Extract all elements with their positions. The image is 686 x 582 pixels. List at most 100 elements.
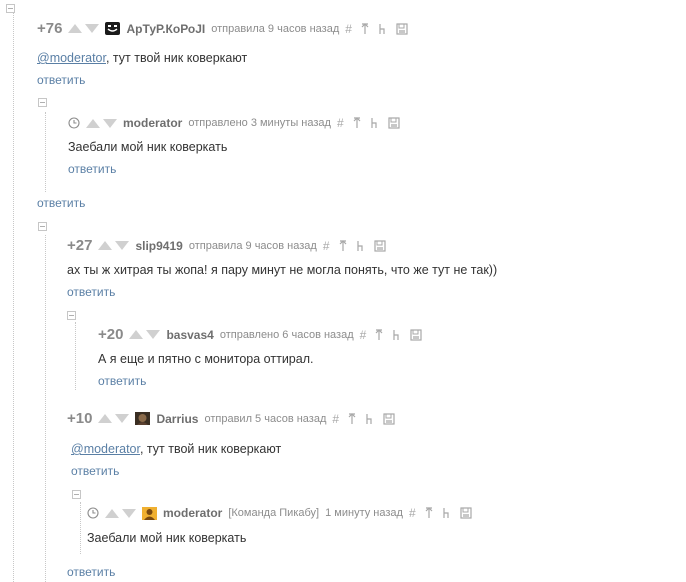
collapse-icon[interactable] <box>38 98 47 107</box>
thread-line <box>80 502 81 554</box>
comment-tools: # <box>360 328 423 342</box>
collapse-icon[interactable] <box>67 311 76 320</box>
save-icon[interactable] <box>383 412 395 425</box>
comment-header: +20 basvas4 отправлено 6 часов назад # <box>98 326 422 343</box>
up-arrow-icon[interactable] <box>361 22 369 35</box>
branch-icon[interactable] <box>392 329 401 341</box>
comment-rating: +27 <box>67 237 93 254</box>
clock-icon <box>68 117 80 129</box>
comment-body: , тут твой ник коверкают <box>139 442 282 456</box>
downvote-icon[interactable] <box>122 508 136 518</box>
up-arrow-icon[interactable] <box>348 412 356 425</box>
hash-icon[interactable]: # <box>337 116 344 130</box>
reply-link[interactable]: ответить <box>37 196 85 210</box>
save-icon[interactable] <box>388 117 400 129</box>
comment-author[interactable]: moderator <box>163 506 222 520</box>
hash-icon[interactable]: # <box>332 412 339 426</box>
mention-link[interactable]: @moderator <box>71 442 140 456</box>
vote-controls <box>98 414 130 423</box>
save-icon[interactable] <box>396 22 408 35</box>
comment-meta: отправлено 6 часов назад <box>219 328 354 341</box>
comment-header: +27 slip9419 отправила 9 часов назад # <box>67 237 386 254</box>
comment-rating: +10 <box>67 410 93 427</box>
comment-header: moderator отправлено 3 минуты назад # <box>68 116 400 130</box>
save-icon[interactable] <box>460 507 472 519</box>
branch-icon[interactable] <box>365 413 374 425</box>
vote-controls <box>98 241 130 250</box>
up-arrow-icon[interactable] <box>339 239 347 252</box>
comment-meta: отправила 9 часов назад <box>211 22 340 35</box>
hash-icon[interactable]: # <box>323 239 330 253</box>
hash-icon[interactable]: # <box>409 506 416 520</box>
vote-controls <box>86 118 117 128</box>
save-icon[interactable] <box>373 239 386 252</box>
clock-icon <box>87 507 99 519</box>
comment-rating: +20 <box>98 326 124 343</box>
downvote-icon[interactable] <box>115 414 130 423</box>
comment-header: moderator [Команда Пикабу] 1 минуту наза… <box>87 506 472 520</box>
hash-icon[interactable]: # <box>345 22 352 36</box>
avatar[interactable] <box>142 506 157 520</box>
comment-tools: # <box>337 116 400 130</box>
reply-link[interactable]: ответить <box>71 464 119 478</box>
comment-text: А я еще и пятно с монитора оттирал. <box>98 352 314 366</box>
branch-icon[interactable] <box>378 23 387 35</box>
thread-line <box>45 112 46 192</box>
upvote-icon[interactable] <box>98 241 113 250</box>
comment-tools: # <box>323 239 386 253</box>
up-arrow-icon[interactable] <box>425 507 433 519</box>
comment-body: , тут твой ник коверкают <box>105 51 248 65</box>
reply-link[interactable]: ответить <box>67 565 115 579</box>
comment-text: @moderator, тут твой ник коверкают <box>37 51 247 65</box>
upvote-icon[interactable] <box>105 508 119 518</box>
comment-author[interactable]: basvas4 <box>166 328 213 342</box>
save-icon[interactable] <box>410 328 422 341</box>
comment-author[interactable]: АрТуР.КоРоЈI <box>126 22 205 36</box>
comment-header: +76 АрТуР.КоРоЈI отправила 9 часов назад… <box>37 20 408 37</box>
collapse-icon[interactable] <box>38 222 47 231</box>
comment-author[interactable]: slip9419 <box>135 239 182 253</box>
upvote-icon[interactable] <box>129 330 144 339</box>
vote-controls <box>68 24 100 33</box>
mention-link[interactable]: @moderator <box>37 51 106 65</box>
avatar[interactable] <box>105 22 121 35</box>
upvote-icon[interactable] <box>98 414 113 423</box>
collapse-icon[interactable] <box>6 4 15 13</box>
upvote-icon[interactable] <box>68 24 83 33</box>
branch-icon[interactable] <box>356 240 365 252</box>
reply-link[interactable]: ответить <box>67 285 115 299</box>
upvote-icon[interactable] <box>86 118 100 128</box>
thread-line <box>13 12 14 582</box>
downvote-icon[interactable] <box>103 118 117 128</box>
vote-controls <box>105 508 136 518</box>
comment-tools: # <box>332 412 395 426</box>
up-arrow-icon[interactable] <box>353 117 361 129</box>
comment-text: @moderator, тут твой ник коверкают <box>71 442 281 456</box>
comment-text: Заебали мой ник коверкать <box>68 140 228 154</box>
comment-author[interactable]: Darrius <box>156 412 198 426</box>
comment-meta: отправил 5 часов назад <box>204 412 327 425</box>
downvote-icon[interactable] <box>85 24 100 33</box>
comment-rating: +76 <box>37 20 63 37</box>
thread-line <box>75 322 76 390</box>
reply-link[interactable]: ответить <box>37 73 85 87</box>
downvote-icon[interactable] <box>115 241 130 250</box>
branch-icon[interactable] <box>442 507 451 519</box>
reply-link[interactable]: ответить <box>98 374 146 388</box>
reply-link[interactable]: ответить <box>68 162 116 176</box>
collapse-icon[interactable] <box>72 490 81 499</box>
comment-author[interactable]: moderator <box>123 116 182 130</box>
comment-meta: отправила 9 часов назад <box>188 239 317 252</box>
hash-icon[interactable]: # <box>360 328 367 342</box>
comment-text: ах ты ж хитрая ты жопа! я пару минут не … <box>67 263 498 277</box>
branch-icon[interactable] <box>370 117 379 129</box>
thread-line <box>45 235 46 582</box>
comment-tools: # <box>409 506 472 520</box>
vote-controls <box>129 330 161 339</box>
comment-text: Заебали мой ник коверкать <box>87 531 247 545</box>
downvote-icon[interactable] <box>146 330 161 339</box>
avatar[interactable] <box>135 412 151 425</box>
up-arrow-icon[interactable] <box>375 328 383 341</box>
comment-tools: # <box>345 22 408 36</box>
comment-meta: отправлено 3 минуты назад <box>188 117 331 129</box>
